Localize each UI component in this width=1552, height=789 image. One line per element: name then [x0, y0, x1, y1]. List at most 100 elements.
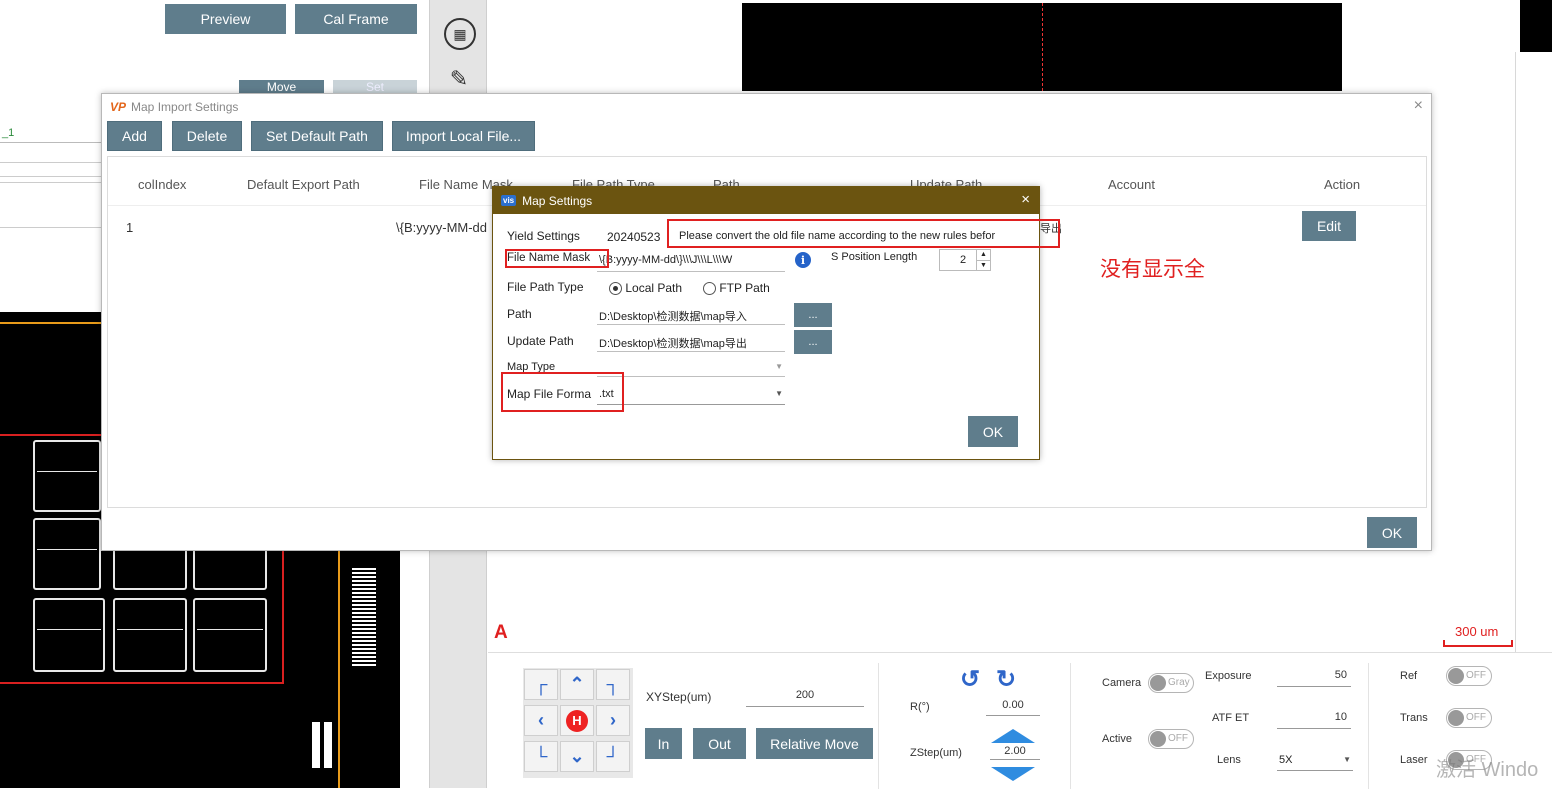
move-up-right-button[interactable]: ┐ — [596, 669, 630, 700]
move-up-left-button[interactable]: ┌ — [524, 669, 558, 700]
vis-logo-icon: vis — [501, 195, 517, 206]
home-icon: H — [566, 709, 588, 732]
map-settings-dialog: vis Map Settings × Yield Settings 202405… — [492, 186, 1060, 460]
move-left-button[interactable]: ‹ — [524, 705, 558, 736]
trans-toggle[interactable]: OFF — [1446, 708, 1492, 728]
ok-button[interactable]: OK — [1367, 517, 1417, 548]
control-panel: ┌ ⌃ ┐ ‹ H › └ ⌄ ┘ XYStep(um) 200 In Out … — [488, 652, 1552, 789]
close-icon[interactable]: × — [1414, 97, 1423, 115]
z-down-icon[interactable] — [991, 767, 1035, 781]
left-panel-item: _1 — [2, 127, 15, 139]
relative-move-button[interactable]: Relative Move — [756, 728, 873, 759]
column-header[interactable]: Action — [1324, 177, 1360, 192]
highlight-box-warning — [667, 219, 1060, 248]
preview-button[interactable]: Preview — [165, 4, 286, 34]
set-default-path-button[interactable]: Set Default Path — [251, 121, 383, 151]
home-button[interactable]: H — [560, 705, 594, 736]
browse-path-button[interactable]: ... — [794, 303, 832, 327]
browse-update-path-button[interactable]: ... — [794, 330, 832, 354]
xystep-input[interactable]: 200 — [746, 689, 864, 707]
grid-target-icon[interactable]: ▦ — [444, 18, 476, 50]
delete-button[interactable]: Delete — [172, 121, 242, 151]
rotate-ccw-icon[interactable]: ↺ — [960, 665, 980, 694]
app-logo-icon: VP — [110, 100, 127, 114]
stepper-up-icon[interactable]: ▲ — [976, 250, 990, 260]
in-button[interactable]: In — [645, 728, 682, 759]
update-path-label: Update Path — [507, 334, 574, 348]
cal-frame-button[interactable]: Cal Frame — [295, 4, 417, 34]
move-right-button[interactable]: › — [596, 705, 630, 736]
scale-bar — [1443, 640, 1513, 647]
exposure-label: Exposure — [1205, 670, 1252, 682]
out-button[interactable]: Out — [693, 728, 746, 759]
chevron-down-icon: ▼ — [775, 389, 783, 398]
close-icon[interactable]: × — [1021, 191, 1030, 208]
barcode — [352, 568, 376, 668]
trans-label: Trans — [1400, 712, 1428, 724]
update-path-input[interactable]: D:\Desktop\检测数据\map导出 — [599, 335, 785, 351]
radio-icon[interactable] — [703, 282, 716, 296]
info-icon[interactable]: i — [795, 252, 811, 268]
column-header[interactable]: Default Export Path — [247, 177, 360, 192]
yield-settings-label: Yield Settings — [507, 229, 580, 243]
die — [33, 518, 101, 590]
die — [113, 598, 187, 672]
s-position-length-stepper[interactable]: 2 ▲ ▼ — [939, 249, 991, 271]
move-down-button[interactable]: ⌄ — [560, 741, 594, 772]
laser-label: Laser — [1400, 754, 1428, 766]
map-settings-title: Map Settings — [522, 193, 593, 208]
import-local-file-button[interactable]: Import Local File... — [392, 121, 535, 151]
map-file-format-select[interactable]: .txt ▼ — [597, 385, 785, 405]
active-toggle-label: OFF — [1168, 733, 1188, 744]
table-cell-mask: \{B:yyyy-MM-dd — [396, 220, 488, 235]
move-up-button[interactable]: ⌃ — [560, 669, 594, 700]
set-button[interactable]: Set — [333, 80, 417, 94]
left-panel-line — [0, 176, 101, 177]
stepper-down-icon[interactable]: ▼ — [976, 260, 990, 270]
left-panel-line — [0, 142, 101, 143]
ftp-path-label: FTP Path — [719, 281, 770, 295]
radio-selected-icon[interactable] — [609, 282, 622, 296]
die — [33, 440, 101, 512]
z-up-icon[interactable] — [991, 729, 1035, 743]
column-header[interactable]: Account — [1108, 177, 1155, 192]
path-input[interactable]: D:\Desktop\检测数据\map导入 — [599, 308, 785, 324]
ref-toggle[interactable]: OFF — [1446, 666, 1492, 686]
add-button[interactable]: Add — [107, 121, 162, 151]
ref-toggle-label: OFF — [1466, 670, 1486, 681]
move-down-right-button[interactable]: ┘ — [596, 741, 630, 772]
zstep-input[interactable]: 2.00 — [990, 745, 1040, 760]
map-type-select[interactable]: ▼ — [597, 359, 785, 377]
move-down-left-button[interactable]: └ — [524, 741, 558, 772]
ftp-path-radio[interactable]: FTP Path — [703, 281, 770, 296]
left-panel-line — [0, 227, 101, 228]
active-toggle[interactable]: OFF — [1148, 729, 1194, 749]
active-label: Active — [1102, 733, 1132, 745]
file-path-type-label: File Path Type — [507, 280, 584, 294]
column-header[interactable]: colIndex — [138, 177, 186, 192]
annotation-text: 没有显示全 — [1100, 257, 1205, 281]
file-name-mask-input[interactable]: \{B:yyyy-MM-dd\}\\\J\\\L\\\W — [599, 254, 785, 266]
zstep-label: ZStep(um) — [910, 747, 962, 759]
yield-settings-value: 20240523 — [607, 230, 661, 244]
local-path-radio[interactable]: Local Path — [609, 281, 682, 296]
ok-button[interactable]: OK — [968, 416, 1018, 447]
trans-toggle-label: OFF — [1466, 712, 1486, 723]
exposure-input[interactable]: 50 — [1277, 669, 1351, 687]
map-settings-title-bar: vis Map Settings — [493, 187, 1039, 214]
dialog-title: VP Map Import Settings — [110, 100, 238, 114]
die — [193, 598, 267, 672]
camera-toggle[interactable]: Gray — [1148, 673, 1194, 693]
side-view — [1520, 0, 1552, 52]
lens-select[interactable]: 5X ▼ — [1277, 751, 1353, 771]
rotate-cw-icon[interactable]: ↻ — [996, 665, 1016, 694]
stepper-value: 2 — [960, 254, 967, 266]
atf-et-input[interactable]: 10 — [1277, 711, 1351, 729]
scale-bar-label: 300 um — [1455, 624, 1499, 639]
edit-button[interactable]: Edit — [1302, 211, 1356, 241]
ruler-tool-icon[interactable]: ✎ — [444, 66, 474, 92]
divider — [1515, 52, 1516, 652]
move-button[interactable]: Move — [239, 80, 324, 94]
r-input[interactable]: 0.00 — [986, 699, 1040, 716]
s-position-length-label: S Position Length — [831, 251, 918, 263]
